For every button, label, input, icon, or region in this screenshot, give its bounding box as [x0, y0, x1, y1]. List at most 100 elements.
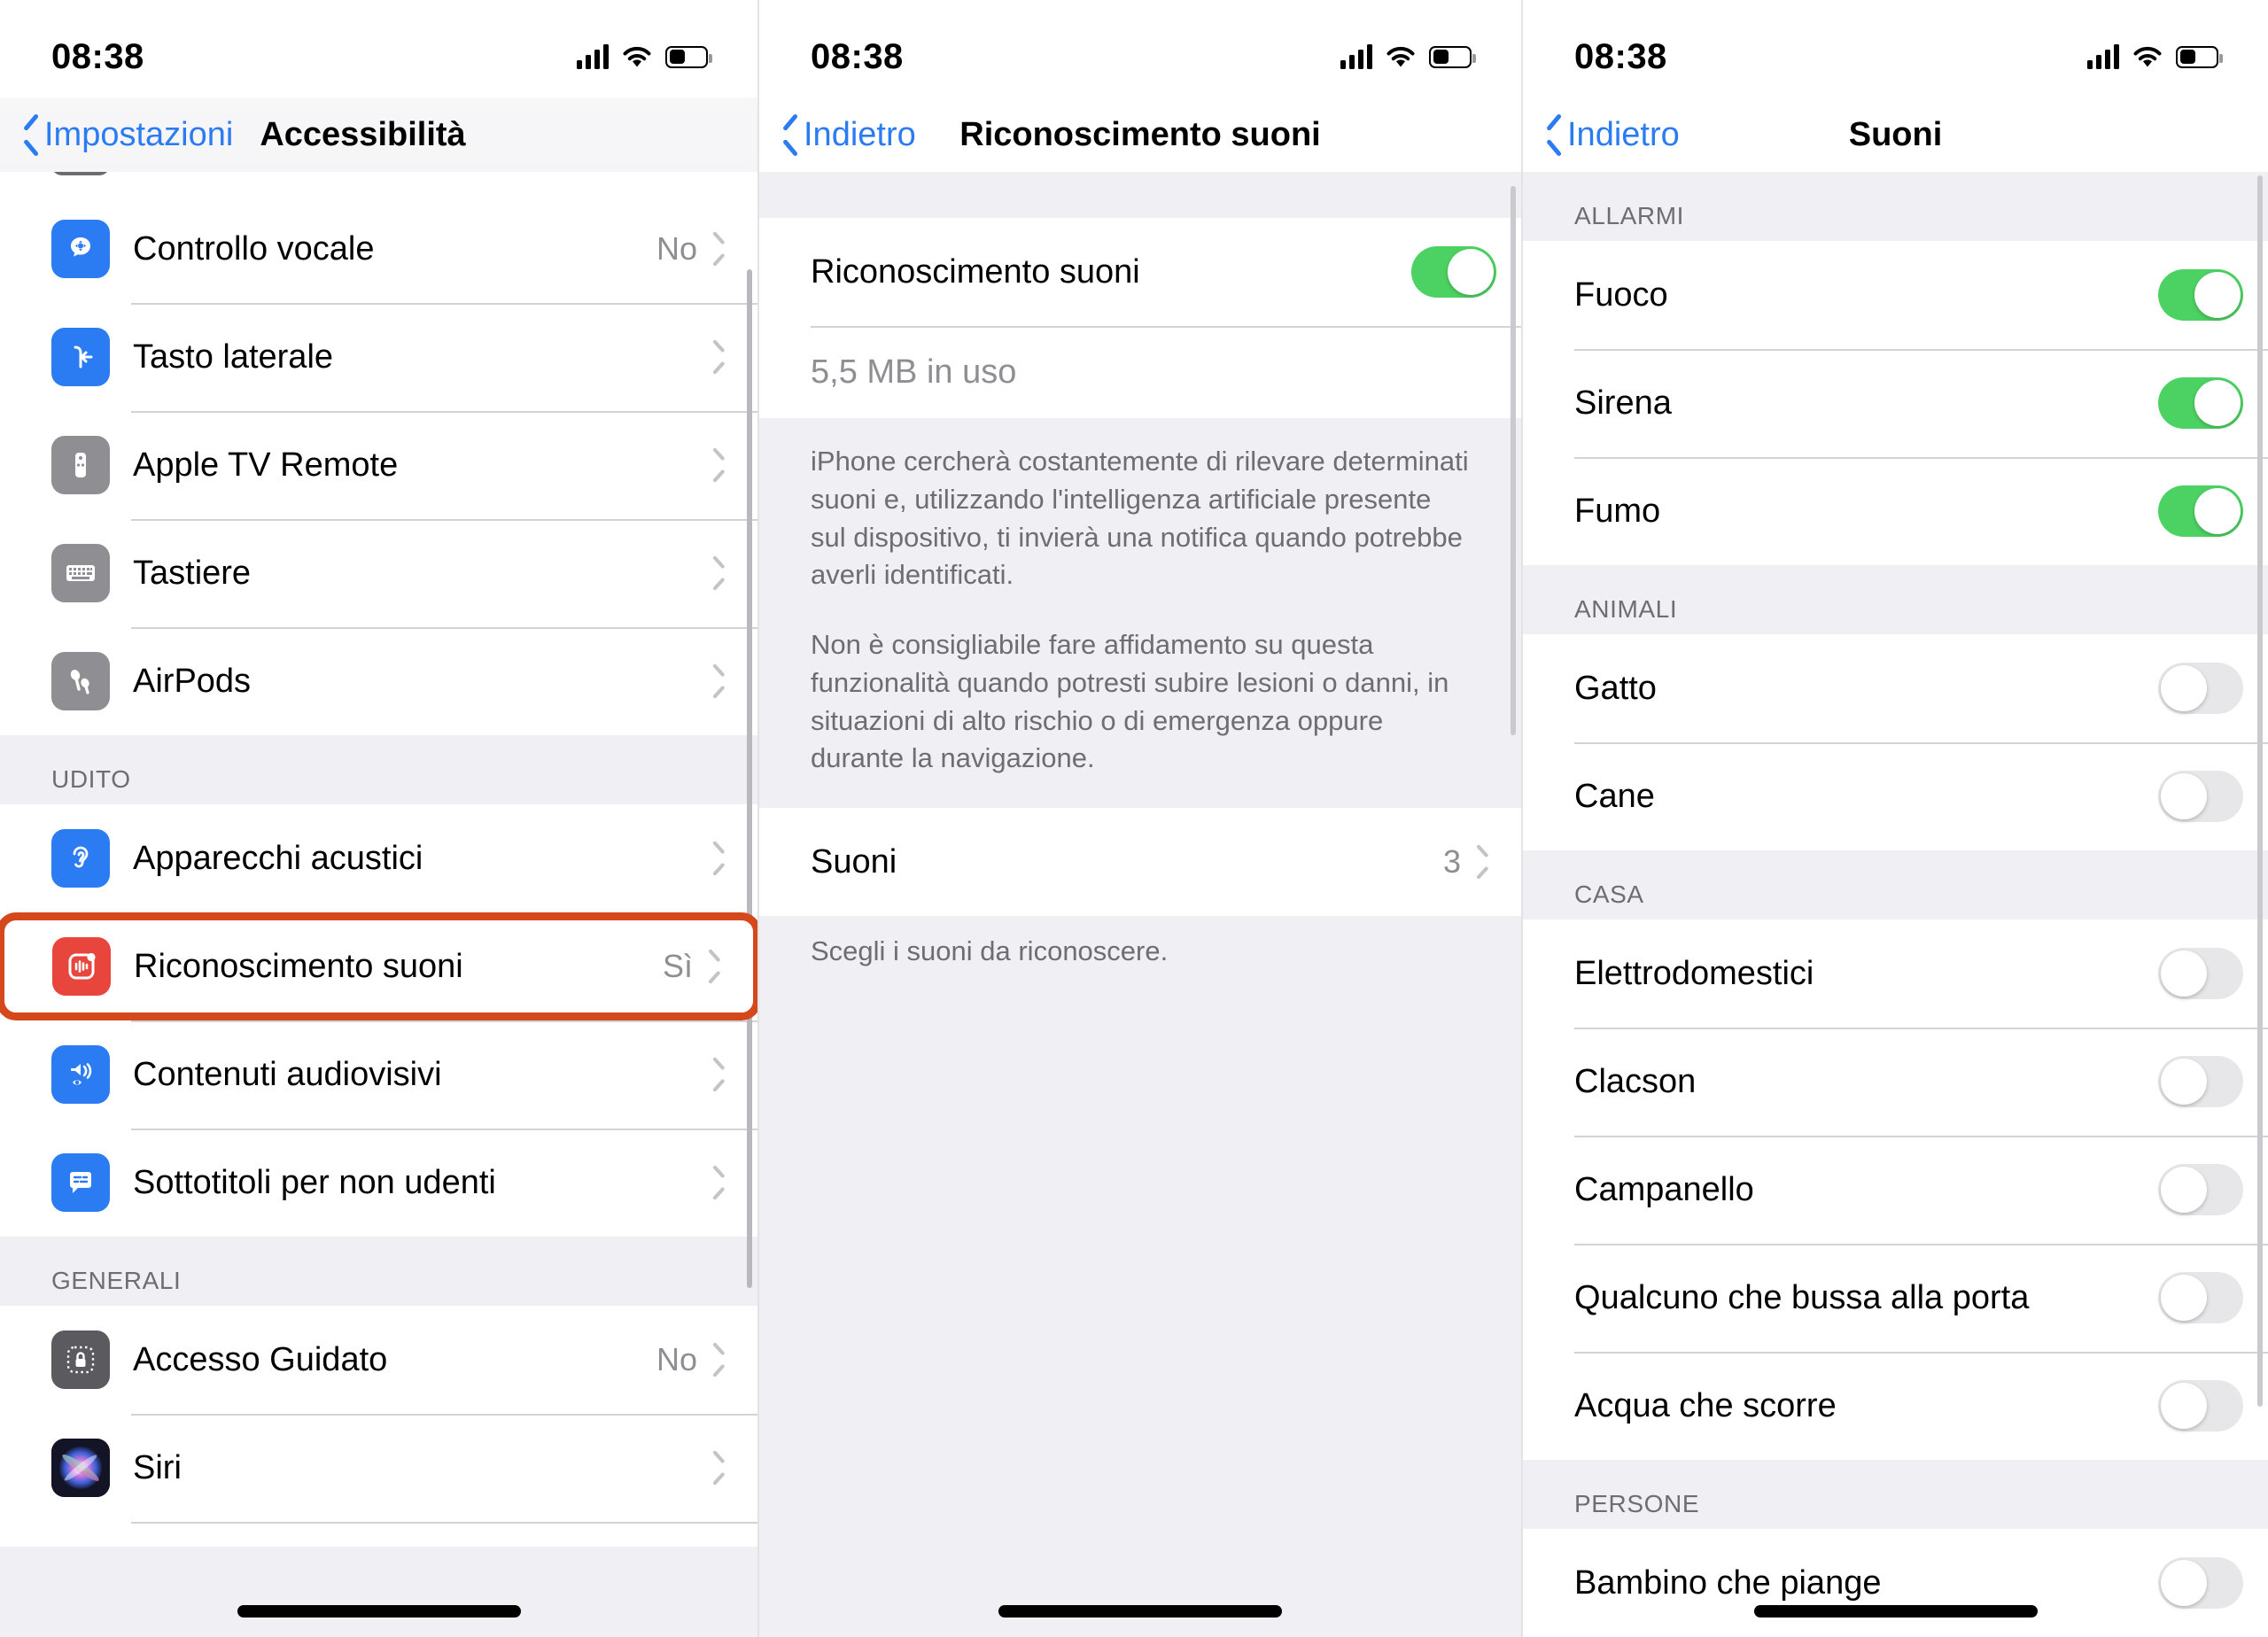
- bottom-area: [759, 1547, 1521, 1637]
- voice-control-icon: [51, 220, 110, 278]
- row-clacson[interactable]: Clacson: [1523, 1028, 2268, 1136]
- apple-tv-remote-icon: [51, 436, 110, 494]
- sidebar-item-sottotitoli[interactable]: Sottotitoli per non udenti: [0, 1129, 757, 1237]
- row-storage-usage: 5,5 MB in uso: [759, 326, 1521, 418]
- toggle-gatto[interactable]: [2158, 663, 2243, 714]
- wifi-icon: [2132, 44, 2163, 69]
- chevron-left-icon: [1542, 119, 1562, 151]
- sidebar-item-riconoscimento-suoni[interactable]: Riconoscimento suoni Sì: [0, 912, 757, 1020]
- scrollbar-indicator[interactable]: [2257, 175, 2263, 1407]
- subtitles-icon: [51, 1153, 110, 1212]
- row-campanello[interactable]: Campanello: [1523, 1136, 2268, 1244]
- row-fuoco[interactable]: Fuoco: [1523, 241, 2268, 349]
- settings-scroll-area[interactable]: Controllo vocale No Tasto laterale Apple…: [0, 172, 757, 1637]
- row-elettrodomestici[interactable]: Elettrodomestici: [1523, 919, 2268, 1028]
- list-item-label: Siri: [133, 1448, 182, 1486]
- row-bambino-che-piange[interactable]: Bambino che piange: [1523, 1529, 2268, 1637]
- list-group-partial: [0, 172, 757, 195]
- sidebar-item-tasto-laterale[interactable]: Tasto laterale: [0, 303, 757, 411]
- row-gatto[interactable]: Gatto: [1523, 634, 2268, 742]
- scrollbar-indicator[interactable]: [1511, 186, 1516, 735]
- toggle-riconoscimento-suoni[interactable]: [1411, 246, 1496, 298]
- toggle-clacson[interactable]: [2158, 1056, 2243, 1107]
- row-fumo[interactable]: Fumo: [1523, 457, 2268, 565]
- sidebar-item-accesso-guidato[interactable]: Accesso Guidato No: [0, 1306, 757, 1414]
- list-group-sounds: Suoni 3: [759, 808, 1521, 917]
- row-riconoscimento-suoni-toggle[interactable]: Riconoscimento suoni: [759, 218, 1521, 326]
- list-item-partial[interactable]: [0, 172, 757, 195]
- toggle-sirena[interactable]: [2158, 377, 2243, 429]
- list-item-label: Acqua che scorre: [1574, 1386, 1837, 1424]
- list-group-allarmi: Fuoco Sirena Fumo: [1523, 241, 2268, 565]
- row-sirena[interactable]: Sirena: [1523, 349, 2268, 457]
- list-item-label: Riconoscimento suoni: [811, 252, 1140, 291]
- sidebar-item-contenuti-audiovisivi[interactable]: Contenuti audiovisivi: [0, 1020, 757, 1129]
- status-bar: 08:38: [759, 0, 1521, 97]
- home-indicator: [1523, 1605, 2268, 1618]
- toggle-cane[interactable]: [2158, 771, 2243, 822]
- list-item-label: AirPods: [133, 662, 252, 700]
- sidebar-item-controllo-vocale[interactable]: Controllo vocale No: [0, 195, 757, 303]
- list-group-animali: Gatto Cane: [1523, 634, 2268, 850]
- toggle-bambino-che-piange[interactable]: [2158, 1557, 2243, 1609]
- status-bar-time: 08:38: [51, 36, 144, 76]
- sound-recognition-icon: [52, 937, 111, 996]
- list-item-label: Apple TV Remote: [133, 446, 399, 484]
- settings-scroll-area[interactable]: Riconoscimento suoni 5,5 MB in uso iPhon…: [759, 172, 1521, 1637]
- battery-icon: [665, 45, 712, 68]
- partial-icon: [51, 172, 110, 175]
- sidebar-item-siri[interactable]: Siri: [0, 1414, 757, 1522]
- navigation-bar: Impostazioni Accessibilità: [0, 97, 757, 172]
- sidebar-item-airpods[interactable]: AirPods: [0, 627, 757, 735]
- battery-icon: [2176, 45, 2223, 68]
- sidebar-item-apple-tv-remote[interactable]: Apple TV Remote: [0, 411, 757, 519]
- navigation-bar: Indietro Suoni: [1523, 97, 2268, 172]
- list-group-recognition: Riconoscimento suoni 5,5 MB in uso: [759, 218, 1521, 418]
- three-phone-screenshots: 08:38 Impostazioni Accessibilità Control…: [0, 0, 2268, 1637]
- section-header-generali: GENERALI: [0, 1237, 757, 1306]
- list-group-0: Controllo vocale No Tasto laterale Apple…: [0, 195, 757, 735]
- row-qualcuno-che-bussa[interactable]: Qualcuno che bussa alla porta: [1523, 1244, 2268, 1352]
- sidebar-item-apparecchi-acustici[interactable]: Apparecchi acustici: [0, 804, 757, 912]
- list-item-label: Gatto: [1574, 669, 1657, 707]
- list-item-label: Clacson: [1574, 1062, 1697, 1100]
- chevron-right-icon: [713, 846, 727, 871]
- list-item-label: Contenuti audiovisivi: [133, 1055, 442, 1093]
- toggle-elettrodomestici[interactable]: [2158, 948, 2243, 999]
- toggle-qualcuno-che-bussa[interactable]: [2158, 1272, 2243, 1323]
- toggle-fumo[interactable]: [2158, 485, 2243, 537]
- back-button-indietro[interactable]: Indietro: [759, 116, 916, 154]
- home-indicator: [759, 1605, 1521, 1618]
- chevron-right-icon: [713, 669, 727, 694]
- toggle-fuoco[interactable]: [2158, 269, 2243, 321]
- storage-usage-label: 5,5 MB in uso: [811, 353, 1017, 391]
- section-header-udito: UDITO: [0, 735, 757, 804]
- status-bar-time: 08:38: [1574, 36, 1667, 76]
- section-header-persone: PERSONE: [1523, 1460, 2268, 1529]
- scrollbar-indicator[interactable]: [747, 269, 752, 1288]
- list-item-label: Fumo: [1574, 492, 1661, 530]
- cellular-bars-icon: [1340, 44, 1372, 69]
- back-button-indietro[interactable]: Indietro: [1523, 116, 1680, 154]
- chevron-right-icon: [713, 1062, 727, 1087]
- list-item-label: Controllo vocale: [133, 229, 375, 268]
- sounds-scroll-area[interactable]: ALLARMI Fuoco Sirena Fumo ANIMALI Gatto …: [1523, 172, 2268, 1637]
- row-acqua-che-scorre[interactable]: Acqua che scorre: [1523, 1352, 2268, 1460]
- cellular-bars-icon: [577, 44, 609, 69]
- section-header-allarmi: ALLARMI: [1523, 172, 2268, 241]
- guided-access-lock-icon: [51, 1331, 110, 1389]
- sidebar-item-tastiere[interactable]: Tastiere: [0, 519, 757, 627]
- list-item-label: Elettrodomestici: [1574, 954, 1814, 992]
- chevron-right-icon: [709, 954, 723, 979]
- row-suoni[interactable]: Suoni 3: [759, 808, 1521, 917]
- status-bar-time: 08:38: [811, 36, 904, 76]
- toggle-acqua-che-scorre[interactable]: [2158, 1380, 2243, 1431]
- row-cane[interactable]: Cane: [1523, 742, 2268, 850]
- toggle-campanello[interactable]: [2158, 1164, 2243, 1215]
- list-item-value: No: [656, 1341, 697, 1377]
- list-item-label: Fuoco: [1574, 275, 1668, 314]
- list-item-label: Sottotitoli per non udenti: [133, 1163, 496, 1201]
- back-button-impostazioni[interactable]: Impostazioni: [0, 116, 233, 154]
- chevron-right-icon: [1477, 850, 1491, 874]
- battery-icon: [1429, 45, 1476, 68]
